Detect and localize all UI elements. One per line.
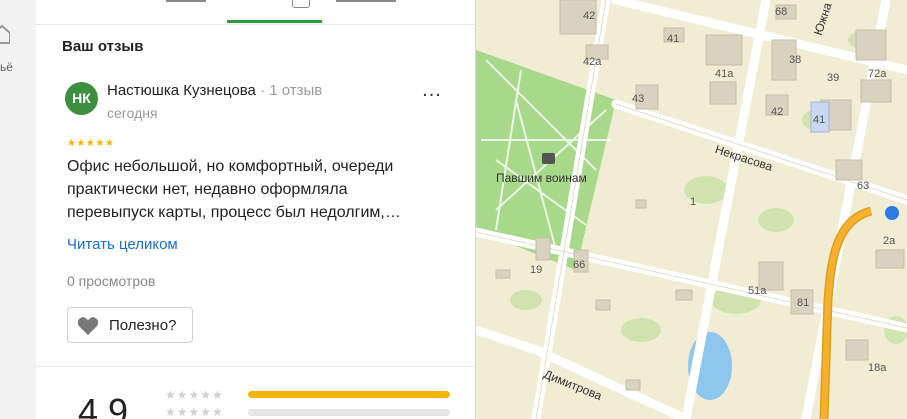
- useful-button[interactable]: Полезно?: [67, 307, 193, 343]
- tabs-bar: [36, 0, 475, 25]
- distribution-stars: ★★★★★: [165, 388, 224, 402]
- distribution-bar: [248, 409, 450, 416]
- avatar[interactable]: НК: [65, 82, 98, 115]
- building-number: 66: [573, 259, 586, 271]
- poi-label[interactable]: Павшим воинам: [496, 171, 587, 185]
- review-stars: ★★★★★: [67, 138, 115, 149]
- building-number: 41а: [715, 68, 734, 80]
- building-number: 81: [797, 297, 810, 309]
- building-number: 63: [857, 180, 870, 192]
- review-date: сегодня: [107, 105, 158, 121]
- tab-active-indicator: [227, 20, 322, 23]
- review-author: Настюшка Кузнецова · 1 отзыв: [107, 82, 322, 99]
- map-canvas[interactable]: [476, 0, 907, 419]
- author-name[interactable]: Настюшка Кузнецова: [107, 82, 256, 99]
- building-number: 72а: [868, 68, 887, 80]
- building-number: 42а: [583, 56, 602, 68]
- building-number: 41: [813, 114, 826, 126]
- review-text: Офис небольшой, но комфортный, очереди п…: [67, 155, 447, 224]
- building-number: 1: [690, 196, 697, 208]
- read-more-link[interactable]: Читать целиком: [67, 236, 178, 253]
- distribution-bar-fill: [248, 391, 450, 398]
- tab-edge-right[interactable]: [336, 0, 396, 2]
- useful-label: Полезно?: [109, 317, 177, 334]
- review-panel: Ваш отзыв НК Настюшка Кузнецова · 1 отзы…: [36, 0, 476, 419]
- more-options-button[interactable]: ...: [420, 80, 444, 105]
- building-number: 51а: [748, 285, 767, 297]
- memorial-icon[interactable]: [542, 153, 555, 164]
- rating-value: 4,9: [78, 391, 129, 419]
- building-number: 19: [530, 264, 543, 276]
- bus-stop-icon[interactable]: [885, 206, 899, 220]
- tab-edge-left[interactable]: [166, 0, 206, 2]
- heart-icon: [77, 317, 99, 336]
- building-number: 41: [667, 33, 680, 45]
- left-rail: ьё: [0, 0, 37, 419]
- tab-icon[interactable]: [292, 0, 310, 8]
- building-number: 39: [827, 72, 840, 84]
- building-number: 18а: [868, 362, 887, 374]
- review-text-line: перевыпуск карты, процесс был недолгим,…: [67, 204, 401, 221]
- distribution-stars: ★★★★★: [165, 405, 224, 419]
- author-separator: ·: [260, 82, 266, 99]
- building-number: 42: [583, 10, 596, 22]
- review-text-line: Офис небольшой, но комфортный, очереди: [67, 158, 394, 175]
- building-number: 42: [771, 106, 784, 118]
- distribution-bar: [248, 391, 450, 398]
- building-number: 2а: [883, 235, 896, 247]
- building-number: 68: [775, 6, 788, 18]
- views-count: 0 просмотров: [67, 273, 156, 289]
- author-reviews-count: 1 отзыв: [269, 82, 323, 99]
- home-icon[interactable]: [0, 24, 10, 44]
- building-number: 43: [632, 93, 645, 105]
- rail-label[interactable]: ьё: [0, 60, 13, 74]
- building-number: 38: [789, 54, 802, 66]
- review-text-line: практически нет, недавно оформляла: [67, 181, 348, 198]
- section-divider: [36, 366, 475, 367]
- map-view[interactable]: 42 68 41 38 42а 41а 39 72а 43 42 41 1 63…: [476, 0, 907, 419]
- section-title: Ваш отзыв: [62, 38, 144, 55]
